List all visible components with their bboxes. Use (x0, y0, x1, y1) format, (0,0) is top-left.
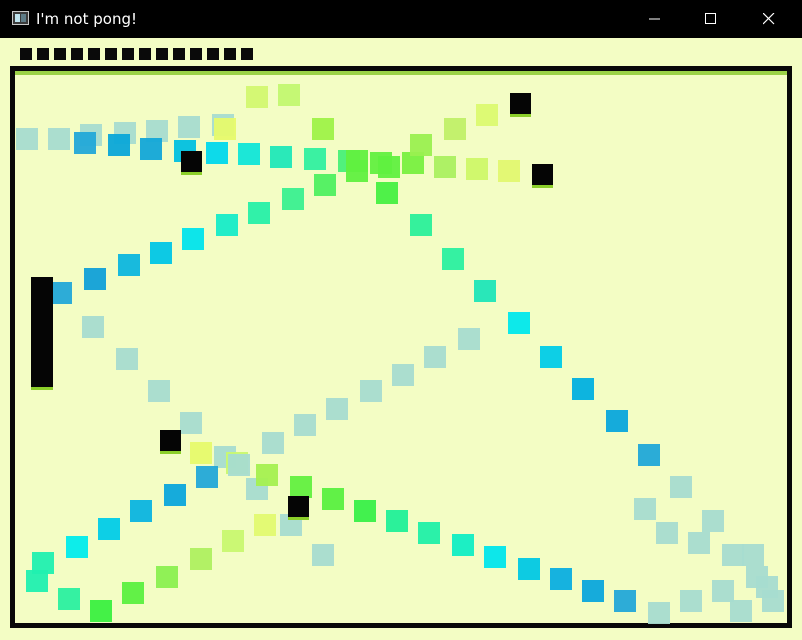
life-marker (105, 48, 117, 60)
life-marker (190, 48, 202, 60)
maximize-button[interactable] (688, 0, 734, 38)
life-marker (88, 48, 100, 60)
ball (510, 93, 531, 114)
ball (288, 496, 309, 517)
close-button[interactable] (746, 0, 792, 38)
arena-boundary (10, 66, 792, 628)
life-marker (207, 48, 219, 60)
life-marker (54, 48, 66, 60)
close-icon (763, 13, 775, 25)
app-window-icon (12, 11, 29, 25)
maximize-icon (705, 13, 716, 24)
title-bar[interactable]: I'm not pong! (0, 0, 802, 38)
ball (181, 151, 202, 172)
life-marker (139, 48, 151, 60)
ball (160, 430, 181, 451)
minimize-icon (649, 18, 660, 20)
life-marker (241, 48, 253, 60)
life-marker (224, 48, 236, 60)
player-paddle[interactable] (31, 277, 53, 387)
game-window: I'm not pong! (0, 0, 802, 640)
life-marker (122, 48, 134, 60)
life-marker (37, 48, 49, 60)
life-marker (173, 48, 185, 60)
ball (532, 164, 553, 185)
life-marker (156, 48, 168, 60)
life-marker (20, 48, 32, 60)
life-marker (71, 48, 83, 60)
minimize-button[interactable] (632, 0, 678, 38)
lives-indicator (20, 48, 253, 60)
window-title: I'm not pong! (36, 10, 138, 28)
